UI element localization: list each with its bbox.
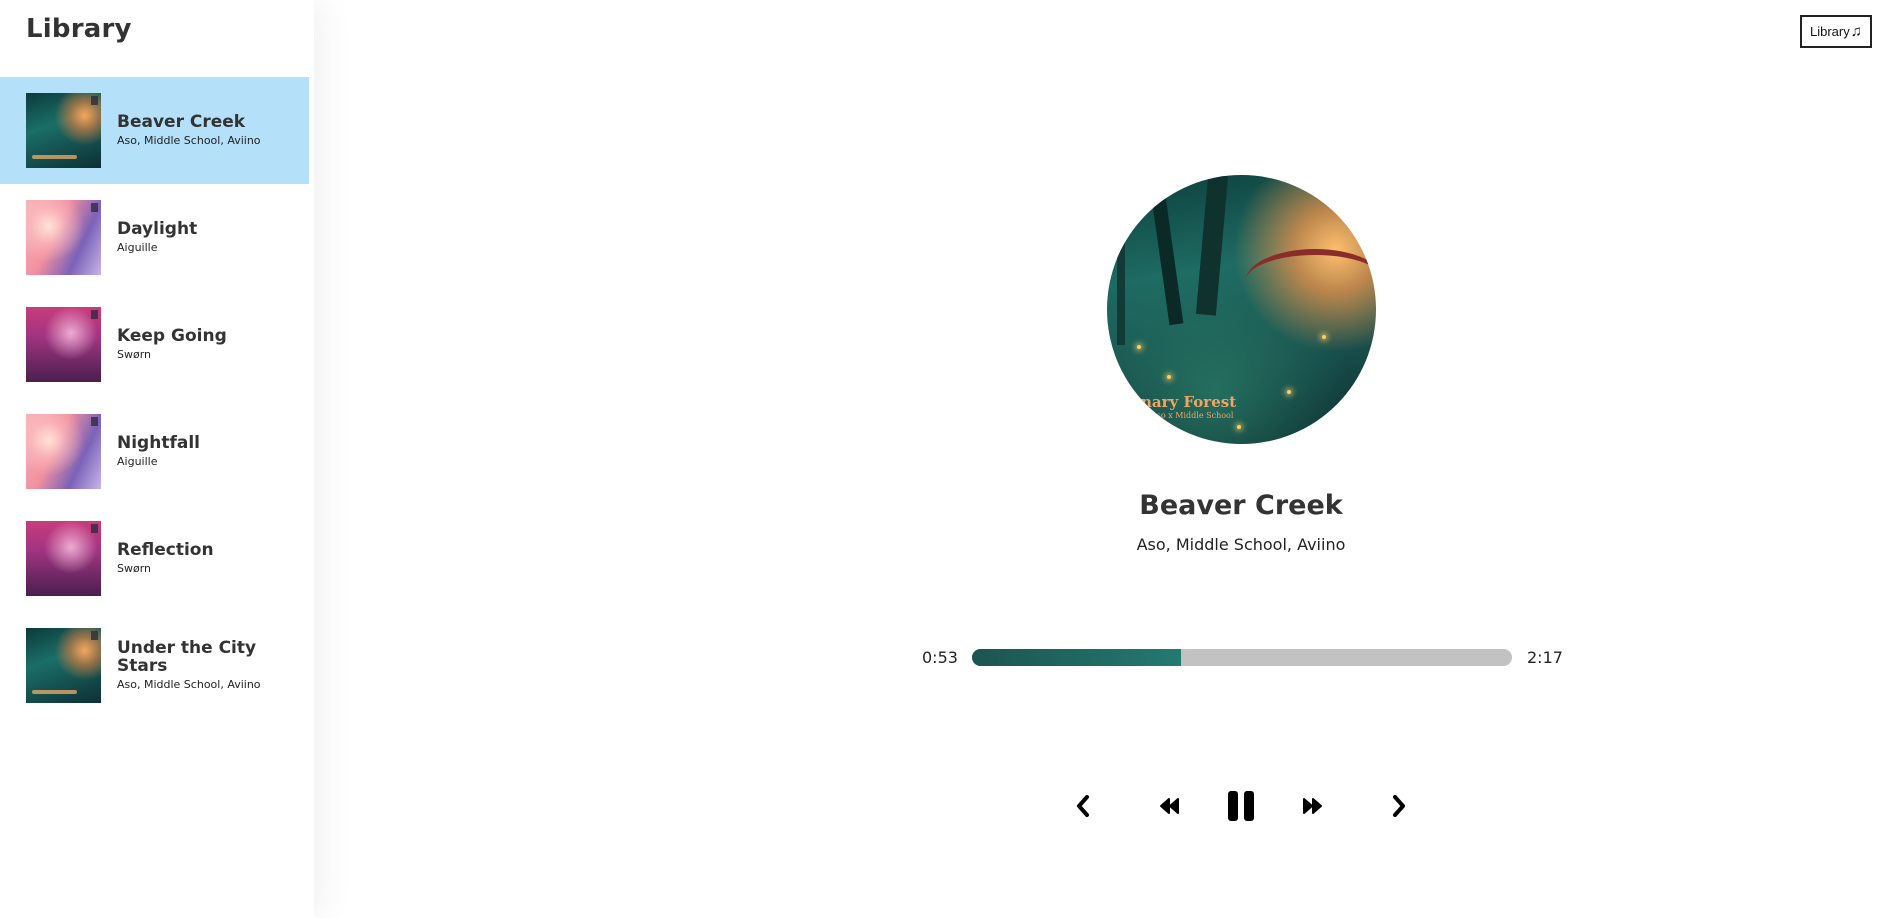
music-note-icon: ♫ — [1850, 23, 1862, 40]
library-button-label: Library — [1810, 24, 1850, 39]
song-artist: Aiguille — [117, 241, 158, 254]
song-list: Beaver Creek Aso, Middle School, Aviino … — [0, 77, 309, 719]
now-playing-artist: Aso, Middle School, Aviino — [1136, 535, 1346, 554]
skip-forward-icon — [1303, 798, 1322, 814]
song-item-keep-going[interactable]: Keep Going Swørn — [0, 291, 309, 398]
song-artist: Swørn — [117, 348, 152, 361]
previous-song-button[interactable] — [1063, 786, 1103, 826]
playback-controls — [1040, 786, 1442, 826]
song-cover-thumbnail — [26, 414, 101, 489]
next-song-icon — [1393, 795, 1405, 817]
song-title: Under the City Stars — [117, 638, 257, 676]
skip-back-button[interactable] — [1150, 786, 1190, 826]
album-cover-subtitle: Aso x Middle School — [1151, 411, 1234, 420]
previous-song-icon — [1077, 795, 1089, 817]
song-item-beaver-creek[interactable]: Beaver Creek Aso, Middle School, Aviino — [0, 77, 309, 184]
song-cover-thumbnail — [26, 521, 101, 596]
song-item-under-the-city-stars[interactable]: Under the City Stars Aso, Middle School,… — [0, 612, 309, 719]
song-title: Nightfall — [117, 433, 200, 453]
pause-button[interactable] — [1221, 786, 1261, 826]
skip-forward-button[interactable] — [1292, 786, 1332, 826]
song-artist: Aso, Middle School, Aviino — [117, 134, 261, 147]
song-cover-thumbnail — [26, 200, 101, 275]
song-cover-thumbnail — [26, 628, 101, 703]
album-cover-title: nary Forest — [1141, 393, 1237, 411]
song-cover-thumbnail — [26, 93, 101, 168]
song-item-reflection[interactable]: Reflection Swørn — [0, 505, 309, 612]
song-title: Daylight — [117, 219, 198, 239]
song-item-daylight[interactable]: Daylight Aiguille — [0, 184, 309, 291]
total-time: 2:17 — [1527, 648, 1563, 667]
song-cover-thumbnail — [26, 307, 101, 382]
current-time: 0:53 — [922, 648, 958, 667]
album-cover: nary Forest Aso x Middle School — [1107, 175, 1376, 444]
library-toggle-button[interactable]: Library ♫ — [1800, 15, 1872, 48]
progress-bar-fill — [972, 649, 1181, 666]
song-title: Reflection — [117, 540, 214, 560]
song-artist: Aso, Middle School, Aviino — [117, 678, 261, 691]
pause-icon — [1228, 791, 1254, 821]
song-artist: Aiguille — [117, 455, 158, 468]
library-sidebar: Library Beaver Creek Aso, Middle School,… — [0, 0, 314, 918]
song-title: Keep Going — [117, 326, 227, 346]
library-title: Library — [26, 14, 132, 44]
skip-back-icon — [1160, 798, 1179, 814]
song-title: Beaver Creek — [117, 112, 246, 132]
song-artist: Swørn — [117, 562, 152, 575]
now-playing-title: Beaver Creek — [1139, 490, 1343, 521]
next-song-button[interactable] — [1379, 786, 1419, 826]
song-item-nightfall[interactable]: Nightfall Aiguille — [0, 398, 309, 505]
progress-bar[interactable] — [972, 649, 1512, 666]
